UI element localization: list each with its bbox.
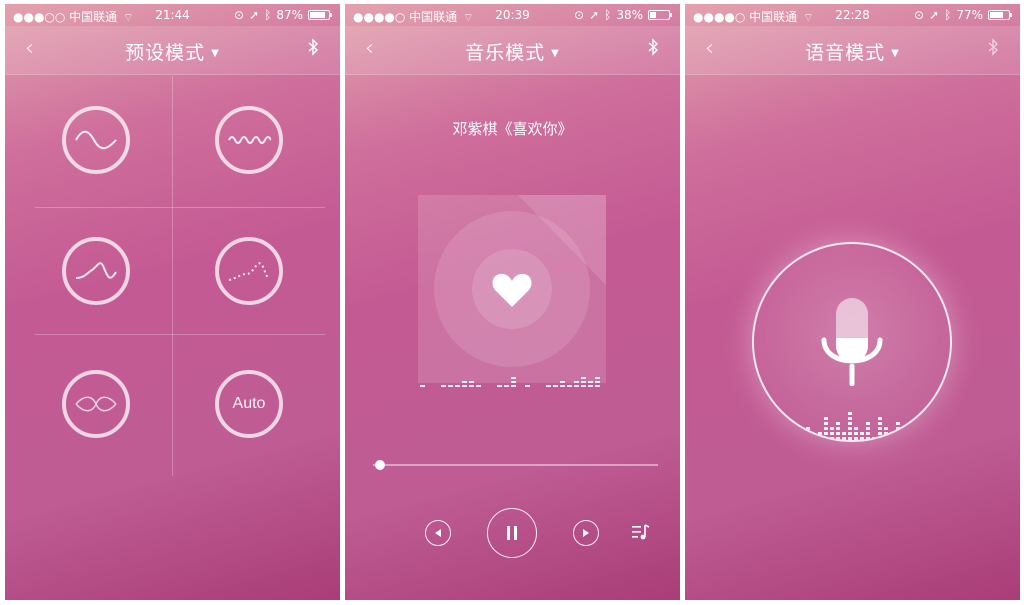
location-icon: ➚ (249, 8, 260, 22)
bluetooth-icon (648, 38, 659, 56)
battery-icon (988, 10, 1012, 20)
bluetooth-icon (308, 38, 319, 56)
progress-knob[interactable] (375, 460, 385, 470)
equalizer-bars-icon (420, 377, 600, 387)
mode-button-dotted-wave[interactable] (215, 237, 283, 305)
progress-track[interactable] (373, 464, 658, 466)
battery-percent: 38% (616, 8, 643, 22)
bluetooth-status-icon: ᛒ (604, 8, 612, 22)
music-mode-screen: ●●●●○ 中国联通 ⌔ 20:39 ⊙ ➚ ᛒ 38% ‹ 音乐模式 ▼ 邓紫棋《… (345, 4, 680, 600)
rotation-lock-icon: ⊙ (574, 8, 585, 22)
pause-icon (507, 526, 517, 540)
battery-percent: 87% (276, 8, 303, 22)
next-icon (583, 529, 589, 537)
mode-button-double-wave[interactable] (62, 370, 130, 438)
grid-divider-horizontal (35, 334, 325, 335)
previous-icon (435, 529, 441, 537)
page-title: 预设模式 (125, 42, 206, 64)
caret-down-icon: ▼ (891, 48, 900, 59)
dense-wave-icon (228, 136, 271, 144)
caret-down-icon: ▼ (211, 48, 220, 59)
mode-title-dropdown[interactable]: 音乐模式 ▼ (345, 38, 680, 65)
rotation-lock-icon: ⊙ (234, 8, 245, 22)
mode-button-dense-wave[interactable] (215, 106, 283, 174)
page-title: 音乐模式 (465, 42, 546, 64)
auto-label: Auto (232, 395, 266, 412)
mode-title-dropdown[interactable]: 预设模式 ▼ (5, 38, 340, 65)
playlist-icon (632, 524, 650, 540)
previous-button[interactable] (425, 520, 451, 546)
sine-wave-icon (75, 130, 117, 150)
page-title: 语音模式 (805, 42, 886, 64)
bluetooth-button[interactable] (306, 38, 320, 60)
bluetooth-status-icon: ᛒ (264, 8, 272, 22)
bluetooth-button[interactable] (646, 38, 660, 60)
nav-bar: ‹ 预设模式 ▼ (5, 26, 340, 75)
voice-level-bars-icon (776, 412, 906, 440)
dotted-wave-icon (228, 262, 270, 281)
rotation-lock-icon: ⊙ (914, 8, 925, 22)
nav-bar: ‹ 音乐模式 ▼ (345, 26, 680, 75)
next-button[interactable] (573, 520, 599, 546)
mode-title-dropdown[interactable]: 语音模式 ▼ (685, 38, 1020, 65)
preset-mode-screen: ●●●○○ 中国联通 ⌔ 21:44 ⊙ ➚ ᛒ 87% ‹ 预设模式 ▼ Auto (5, 4, 340, 600)
status-bar: ●●●○○ 中国联通 ⌔ 21:44 ⊙ ➚ ᛒ 87% (5, 4, 340, 26)
voice-mode-screen: ●●●●○ 中国联通 ⌔ 22:28 ⊙ ➚ ᛒ 77% ‹ 语音模式 ▼ (685, 4, 1020, 600)
location-icon: ➚ (589, 8, 600, 22)
battery-icon (308, 10, 332, 20)
caret-down-icon: ▼ (551, 48, 560, 59)
status-bar: ●●●●○ 中国联通 ⌔ 20:39 ⊙ ➚ ᛒ 38% (345, 4, 680, 26)
grid-divider-vertical (172, 76, 173, 476)
bluetooth-icon (988, 38, 999, 56)
nav-bar: ‹ 语音模式 ▼ (685, 26, 1020, 75)
double-wave-icon (75, 396, 117, 412)
record-disc-icon (434, 195, 606, 367)
bluetooth-status-icon: ᛒ (944, 8, 952, 22)
battery-icon (648, 10, 672, 20)
album-art (418, 195, 606, 383)
location-icon: ➚ (929, 8, 940, 22)
grid-divider-horizontal (35, 207, 325, 208)
mode-button-sine[interactable] (62, 106, 130, 174)
bluetooth-button[interactable] (986, 38, 1000, 60)
mode-button-rising-wave[interactable] (62, 237, 130, 305)
song-title: 邓紫棋《喜欢你》 (452, 120, 573, 138)
voice-record-button[interactable] (752, 242, 952, 442)
pause-button[interactable] (487, 508, 537, 558)
battery-percent: 77% (956, 8, 983, 22)
playlist-button[interactable] (631, 522, 651, 546)
mode-button-auto[interactable]: Auto (215, 370, 283, 438)
status-bar: ●●●●○ 中国联通 ⌔ 22:28 ⊙ ➚ ᛒ 77% (685, 4, 1020, 26)
rising-wave-icon (75, 262, 117, 279)
